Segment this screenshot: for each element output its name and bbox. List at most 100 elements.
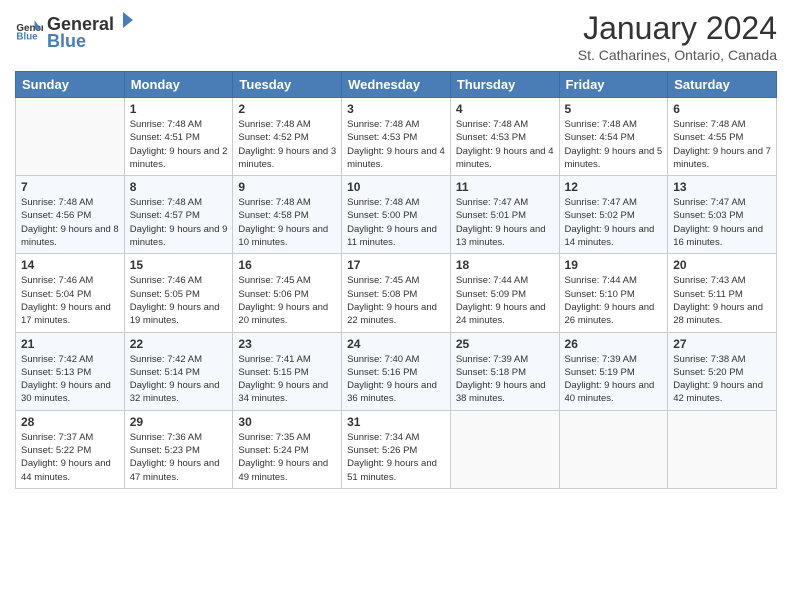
day-number: 16 <box>238 258 336 272</box>
day-info: Sunrise: 7:48 AMSunset: 4:58 PMDaylight:… <box>238 196 336 249</box>
day-number: 28 <box>21 415 119 429</box>
day-number: 9 <box>238 180 336 194</box>
day-number: 25 <box>456 337 554 351</box>
calendar-cell: 29 Sunrise: 7:36 AMSunset: 5:23 PMDayligh… <box>124 410 233 488</box>
weekday-header-tuesday: Tuesday <box>233 72 342 98</box>
day-number: 17 <box>347 258 445 272</box>
calendar-cell: 23 Sunrise: 7:41 AMSunset: 5:15 PMDayligh… <box>233 332 342 410</box>
calendar-cell: 4Sunrise: 7:48 AMSunset: 4:53 PMDaylight… <box>450 98 559 176</box>
day-info: Sunrise: 7:47 AMSunset: 5:02 PMDaylight:… <box>565 196 663 249</box>
day-info: Sunrise: 7:48 AMSunset: 4:52 PMDaylight:… <box>238 118 336 171</box>
day-number: 23 <box>238 337 336 351</box>
day-number: 1 <box>130 102 228 116</box>
day-info: Sunrise: 7:42 AMSunset: 5:13 PMDaylight:… <box>21 353 119 406</box>
calendar-cell: 14 Sunrise: 7:46 AMSunset: 5:04 PMDayligh… <box>16 254 125 332</box>
calendar-cell <box>450 410 559 488</box>
calendar-cell: 13Sunrise: 7:47 AMSunset: 5:03 PMDayligh… <box>668 176 777 254</box>
month-title: January 2024 <box>578 10 777 47</box>
calendar-cell: 8Sunrise: 7:48 AMSunset: 4:57 PMDaylight… <box>124 176 233 254</box>
day-number: 21 <box>21 337 119 351</box>
day-number: 26 <box>565 337 663 351</box>
day-info: Sunrise: 7:36 AMSunset: 5:23 PMDaylight:… <box>130 431 228 484</box>
day-info: Sunrise: 7:43 AMSunset: 5:11 PMDaylight:… <box>673 274 771 327</box>
day-info: Sunrise: 7:45 AMSunset: 5:08 PMDaylight:… <box>347 274 445 327</box>
week-row-3: 14 Sunrise: 7:46 AMSunset: 5:04 PMDayligh… <box>16 254 777 332</box>
calendar-cell: 15 Sunrise: 7:46 AMSunset: 5:05 PMDayligh… <box>124 254 233 332</box>
day-number: 14 <box>21 258 119 272</box>
day-number: 12 <box>565 180 663 194</box>
calendar-cell: 27 Sunrise: 7:38 AMSunset: 5:20 PMDayligh… <box>668 332 777 410</box>
day-info: Sunrise: 7:48 AMSunset: 5:00 PMDaylight:… <box>347 196 445 249</box>
day-number: 15 <box>130 258 228 272</box>
day-number: 5 <box>565 102 663 116</box>
title-section: January 2024 St. Catharines, Ontario, Ca… <box>578 10 777 63</box>
calendar-cell: 28 Sunrise: 7:37 AMSunset: 5:22 PMDayligh… <box>16 410 125 488</box>
calendar-cell <box>668 410 777 488</box>
day-info: Sunrise: 7:40 AMSunset: 5:16 PMDaylight:… <box>347 353 445 406</box>
calendar-cell: 20Sunrise: 7:43 AMSunset: 5:11 PMDayligh… <box>668 254 777 332</box>
day-info: Sunrise: 7:45 AMSunset: 5:06 PMDaylight:… <box>238 274 336 327</box>
calendar-cell: 16 Sunrise: 7:45 AMSunset: 5:06 PMDayligh… <box>233 254 342 332</box>
day-number: 4 <box>456 102 554 116</box>
calendar-cell: 1 Sunrise: 7:48 AMSunset: 4:51 PMDaylight… <box>124 98 233 176</box>
logo-triangle-icon <box>115 10 135 30</box>
calendar-table: SundayMondayTuesdayWednesdayThursdayFrid… <box>15 71 777 489</box>
day-number: 22 <box>130 337 228 351</box>
location-title: St. Catharines, Ontario, Canada <box>578 47 777 63</box>
calendar-cell: 24Sunrise: 7:40 AMSunset: 5:16 PMDayligh… <box>342 332 451 410</box>
calendar-cell: 25 Sunrise: 7:39 AMSunset: 5:18 PMDayligh… <box>450 332 559 410</box>
week-row-1: 1 Sunrise: 7:48 AMSunset: 4:51 PMDaylight… <box>16 98 777 176</box>
day-info: Sunrise: 7:39 AMSunset: 5:18 PMDaylight:… <box>456 353 554 406</box>
day-number: 10 <box>347 180 445 194</box>
day-info: Sunrise: 7:48 AMSunset: 4:51 PMDaylight:… <box>130 118 228 171</box>
day-number: 30 <box>238 415 336 429</box>
logo-icon: General Blue <box>15 17 43 45</box>
day-info: Sunrise: 7:44 AMSunset: 5:10 PMDaylight:… <box>565 274 663 327</box>
day-info: Sunrise: 7:37 AMSunset: 5:22 PMDaylight:… <box>21 431 119 484</box>
day-info: Sunrise: 7:46 AMSunset: 5:04 PMDaylight:… <box>21 274 119 327</box>
calendar-cell: 18 Sunrise: 7:44 AMSunset: 5:09 PMDayligh… <box>450 254 559 332</box>
weekday-header-friday: Friday <box>559 72 668 98</box>
week-row-2: 7Sunrise: 7:48 AMSunset: 4:56 PMDaylight… <box>16 176 777 254</box>
day-info: Sunrise: 7:34 AMSunset: 5:26 PMDaylight:… <box>347 431 445 484</box>
day-info: Sunrise: 7:46 AMSunset: 5:05 PMDaylight:… <box>130 274 228 327</box>
calendar-cell: 30 Sunrise: 7:35 AMSunset: 5:24 PMDayligh… <box>233 410 342 488</box>
calendar-cell: 10 Sunrise: 7:48 AMSunset: 5:00 PMDayligh… <box>342 176 451 254</box>
day-number: 31 <box>347 415 445 429</box>
day-info: Sunrise: 7:38 AMSunset: 5:20 PMDaylight:… <box>673 353 771 406</box>
day-info: Sunrise: 7:41 AMSunset: 5:15 PMDaylight:… <box>238 353 336 406</box>
day-number: 2 <box>238 102 336 116</box>
logo: General Blue General Blue <box>15 10 136 52</box>
day-info: Sunrise: 7:47 AMSunset: 5:01 PMDaylight:… <box>456 196 554 249</box>
day-number: 13 <box>673 180 771 194</box>
day-info: Sunrise: 7:48 AMSunset: 4:54 PMDaylight:… <box>565 118 663 171</box>
calendar-cell: 7Sunrise: 7:48 AMSunset: 4:56 PMDaylight… <box>16 176 125 254</box>
svg-text:Blue: Blue <box>16 31 38 42</box>
calendar-cell: 3Sunrise: 7:48 AMSunset: 4:53 PMDaylight… <box>342 98 451 176</box>
day-number: 27 <box>673 337 771 351</box>
calendar-body: 1 Sunrise: 7:48 AMSunset: 4:51 PMDaylight… <box>16 98 777 489</box>
calendar-cell: 31 Sunrise: 7:34 AMSunset: 5:26 PMDayligh… <box>342 410 451 488</box>
calendar-cell: 17 Sunrise: 7:45 AMSunset: 5:08 PMDayligh… <box>342 254 451 332</box>
day-info: Sunrise: 7:35 AMSunset: 5:24 PMDaylight:… <box>238 431 336 484</box>
day-number: 18 <box>456 258 554 272</box>
weekday-header-row: SundayMondayTuesdayWednesdayThursdayFrid… <box>16 72 777 98</box>
day-info: Sunrise: 7:39 AMSunset: 5:19 PMDaylight:… <box>565 353 663 406</box>
calendar-cell: 5 Sunrise: 7:48 AMSunset: 4:54 PMDaylight… <box>559 98 668 176</box>
weekday-header-thursday: Thursday <box>450 72 559 98</box>
day-info: Sunrise: 7:48 AMSunset: 4:55 PMDaylight:… <box>673 118 771 171</box>
calendar-cell <box>559 410 668 488</box>
week-row-4: 21 Sunrise: 7:42 AMSunset: 5:13 PMDayligh… <box>16 332 777 410</box>
day-number: 3 <box>347 102 445 116</box>
day-number: 8 <box>130 180 228 194</box>
calendar-cell: 11 Sunrise: 7:47 AMSunset: 5:01 PMDayligh… <box>450 176 559 254</box>
calendar-cell: 21 Sunrise: 7:42 AMSunset: 5:13 PMDayligh… <box>16 332 125 410</box>
calendar-cell: 12 Sunrise: 7:47 AMSunset: 5:02 PMDayligh… <box>559 176 668 254</box>
day-number: 19 <box>565 258 663 272</box>
day-number: 29 <box>130 415 228 429</box>
weekday-header-wednesday: Wednesday <box>342 72 451 98</box>
day-number: 7 <box>21 180 119 194</box>
day-info: Sunrise: 7:44 AMSunset: 5:09 PMDaylight:… <box>456 274 554 327</box>
day-number: 11 <box>456 180 554 194</box>
week-row-5: 28 Sunrise: 7:37 AMSunset: 5:22 PMDayligh… <box>16 410 777 488</box>
